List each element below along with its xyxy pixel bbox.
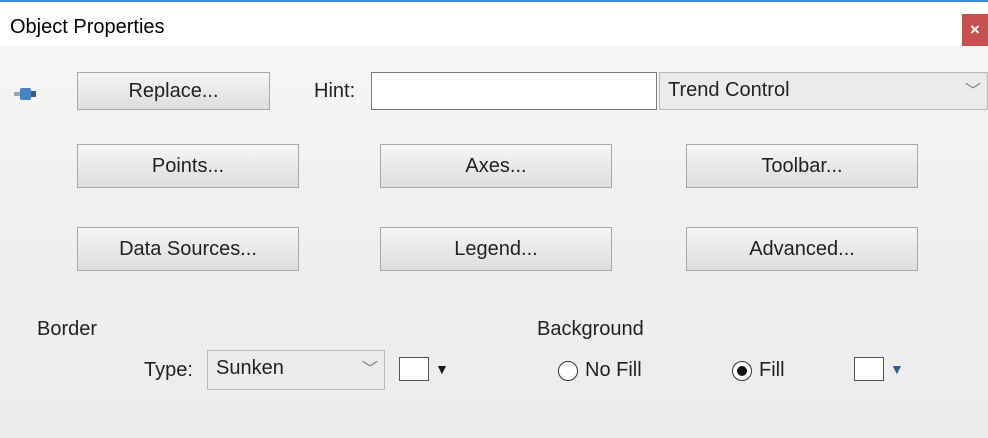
hint-input[interactable] <box>371 72 657 110</box>
object-type-dropdown[interactable]: Trend Control ﹀ <box>659 72 988 110</box>
background-color-picker[interactable]: ▼ <box>846 348 926 392</box>
pin-button[interactable] <box>13 82 37 106</box>
close-icon: × <box>970 20 980 39</box>
dropdown-arrow-icon: ▼ <box>890 361 904 377</box>
fill-radio-selected-dot <box>737 366 747 376</box>
border-type-label: Type: <box>144 359 193 381</box>
border-heading: Border <box>37 318 98 340</box>
advanced-button[interactable]: Advanced... <box>686 227 918 271</box>
chevron-down-icon: ﹀ <box>361 361 378 378</box>
hint-label: Hint: <box>314 80 356 102</box>
pin-icon <box>14 88 36 100</box>
border-type-value: Sunken <box>216 357 284 379</box>
replace-button[interactable]: Replace... <box>77 72 270 110</box>
background-color-swatch <box>854 357 884 381</box>
axes-button[interactable]: Axes... <box>380 144 612 188</box>
legend-button[interactable]: Legend... <box>380 227 612 271</box>
titlebar: Object Properties × <box>0 2 988 46</box>
close-button[interactable]: × <box>962 14 988 46</box>
background-heading: Background <box>537 318 644 340</box>
window-title: Object Properties <box>10 16 165 38</box>
dropdown-arrow-icon: ▼ <box>435 361 449 377</box>
data-sources-button[interactable]: Data Sources... <box>77 227 299 271</box>
no-fill-radio[interactable] <box>558 361 578 381</box>
points-button[interactable]: Points... <box>77 144 299 188</box>
no-fill-label: No Fill <box>585 359 642 381</box>
fill-radio[interactable] <box>732 361 752 381</box>
fill-label: Fill <box>759 359 785 381</box>
border-color-swatch <box>399 357 429 381</box>
toolbar-button[interactable]: Toolbar... <box>686 144 918 188</box>
object-properties-window: Object Properties × Replace... Hint: Tre… <box>0 0 988 438</box>
object-type-value: Trend Control <box>668 79 790 101</box>
border-color-picker[interactable]: ▼ <box>391 348 471 392</box>
border-type-dropdown[interactable]: Sunken ﹀ <box>207 350 385 390</box>
chevron-down-icon: ﹀ <box>964 83 981 100</box>
